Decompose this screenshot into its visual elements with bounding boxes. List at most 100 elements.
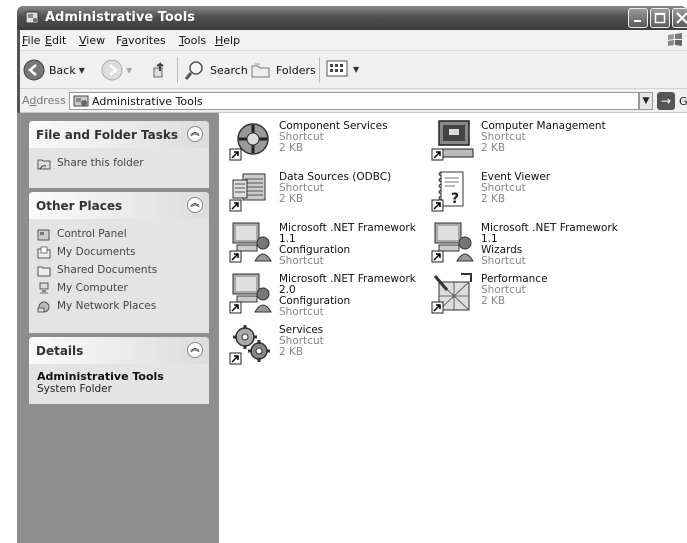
collapse-chevron-icon[interactable]: ︽ — [187, 197, 203, 213]
toolbar-separator — [319, 57, 320, 83]
windows-logo-icon — [668, 33, 682, 46]
address-dropdown-button[interactable]: ▼ — [639, 92, 653, 110]
my-computer-icon — [39, 282, 49, 294]
performance-icon — [431, 273, 472, 314]
task-share-folder[interactable]: Share this folder — [37, 154, 201, 172]
menu-bar: File Edit View Favorites Tools Help — [17, 30, 687, 51]
back-button[interactable]: Back ▼ — [23, 59, 85, 81]
maximize-icon — [654, 12, 666, 24]
toolbar-separator — [177, 57, 178, 83]
file-size: 2 KB — [481, 142, 506, 154]
minimize-icon — [634, 20, 641, 22]
file-label: Microsoft .NET Framework 2.0 Configurati… — [279, 274, 425, 318]
menu-edit-key: E — [45, 34, 52, 47]
file-computer-management[interactable]: Computer Management Shortcut 2 KB — [427, 117, 627, 163]
file-name: Microsoft .NET Framework 2.0 — [279, 273, 416, 296]
place-my-documents[interactable]: My Documents — [37, 243, 201, 261]
panel-title: Details — [36, 344, 84, 358]
folders-label: Folders — [276, 63, 316, 77]
file-data-sources[interactable]: Data Sources (ODBC) Shortcut 2 KB — [225, 168, 425, 214]
place-label: My Documents — [57, 246, 136, 258]
computer-management-icon — [431, 120, 474, 161]
administrative-tools-icon — [73, 95, 89, 107]
address-label-rest: dress — [36, 94, 66, 107]
data-sources-icon — [229, 173, 266, 212]
minimize-button[interactable] — [628, 8, 648, 28]
folders-icon — [251, 63, 270, 78]
file-performance[interactable]: Performance Shortcut 2 KB — [427, 270, 627, 316]
file-label: Component Services Shortcut 2 KB — [279, 121, 388, 154]
place-control-panel[interactable]: Control Panel — [37, 225, 201, 243]
address-value: Administrative Tools — [92, 95, 203, 108]
maximize-button[interactable] — [650, 8, 670, 28]
file-folder-tasks-panel: File and Folder Tasks ︽ Share this folde… — [29, 121, 209, 188]
up-folder-button[interactable] — [150, 59, 172, 81]
search-button[interactable]: Search — [184, 59, 248, 81]
place-my-computer[interactable]: My Computer — [37, 279, 201, 297]
title-bar[interactable]: Administrative Tools — [17, 6, 687, 30]
details-name: Administrative Tools — [37, 370, 164, 383]
menu-view-label: iew — [86, 34, 106, 47]
forward-button[interactable]: ▼ — [101, 59, 132, 81]
other-places-header[interactable]: Other Places ︽ — [29, 192, 209, 219]
go-button[interactable]: → Go — [657, 92, 687, 110]
details-type: System Folder — [37, 383, 112, 395]
dotnet-wizards-icon — [431, 222, 474, 263]
file-services[interactable]: Services Shortcut 2 KB — [225, 321, 425, 367]
menu-view[interactable]: View — [79, 34, 105, 47]
menu-favorites[interactable]: Favorites — [116, 34, 166, 47]
file-name: Microsoft .NET Framework 1.1 — [481, 222, 618, 245]
views-button[interactable]: ▼ — [326, 59, 359, 79]
folders-button[interactable]: Folders — [250, 59, 316, 81]
file-label: Data Sources (ODBC) Shortcut 2 KB — [279, 172, 391, 205]
place-label: My Network Places — [57, 300, 157, 312]
collapse-chevron-icon[interactable]: ︽ — [187, 342, 203, 358]
menu-edit[interactable]: Edit — [45, 34, 66, 47]
my-documents-icon — [37, 246, 51, 258]
back-arrow-icon — [23, 59, 45, 81]
file-dotnet-20-configuration[interactable]: Microsoft .NET Framework 2.0 Configurati… — [225, 270, 425, 318]
file-size: 2 KB — [481, 295, 506, 307]
forward-dropdown-icon[interactable]: ▼ — [126, 66, 132, 75]
menu-tools[interactable]: Tools — [179, 34, 206, 47]
file-component-services[interactable]: Component Services Shortcut 2 KB — [225, 117, 425, 163]
services-icon — [229, 325, 270, 365]
share-folder-icon — [37, 159, 51, 169]
close-button[interactable] — [672, 8, 687, 28]
views-dropdown-icon[interactable]: ▼ — [353, 65, 359, 74]
panel-title: Other Places — [36, 199, 123, 213]
place-shared-documents[interactable]: Shared Documents — [37, 261, 201, 279]
go-label: Go — [679, 94, 687, 108]
menu-help[interactable]: Help — [215, 34, 240, 47]
close-icon — [676, 12, 687, 24]
file-label: Performance Shortcut 2 KB — [481, 274, 548, 307]
file-label: Microsoft .NET Framework 1.1 Configurati… — [279, 223, 425, 267]
address-field[interactable]: Administrative Tools — [69, 92, 639, 110]
file-event-viewer[interactable]: ? Event Viewer Shortcut 2 KB — [427, 168, 627, 214]
place-my-network-places[interactable]: My Network Places — [37, 297, 201, 315]
control-panel-icon — [37, 229, 50, 240]
file-view: Component Services Shortcut 2 KB Compute… — [219, 113, 687, 543]
toolbar: Back ▼ ▼ Search Folders ▼ — [17, 51, 687, 89]
event-viewer-icon: ? — [431, 171, 464, 212]
menu-help-label: elp — [223, 34, 241, 47]
file-dotnet-11-configuration[interactable]: Microsoft .NET Framework 1.1 Configurati… — [225, 219, 425, 267]
file-type: Shortcut — [279, 255, 324, 267]
collapse-chevron-icon[interactable]: ︽ — [187, 126, 203, 142]
file-type: Shortcut — [279, 306, 324, 318]
file-size: 2 KB — [279, 193, 304, 205]
back-dropdown-icon[interactable]: ▼ — [79, 66, 85, 75]
details-header[interactable]: Details ︽ — [29, 337, 209, 364]
file-dotnet-11-wizards[interactable]: Microsoft .NET Framework 1.1 Wizards Sho… — [427, 219, 627, 267]
place-label: Control Panel — [57, 228, 127, 240]
file-name: Microsoft .NET Framework 1.1 — [279, 222, 416, 245]
file-type: Shortcut — [481, 255, 526, 267]
menu-edit-label: dit — [51, 34, 67, 47]
task-pane: File and Folder Tasks ︽ Share this folde… — [17, 113, 219, 543]
menu-file[interactable]: File — [22, 34, 40, 47]
file-label: Computer Management Shortcut 2 KB — [481, 121, 606, 154]
go-arrow-icon: → — [657, 92, 675, 110]
file-folder-tasks-header[interactable]: File and Folder Tasks ︽ — [29, 121, 209, 148]
network-places-icon — [37, 301, 50, 312]
component-services-icon — [229, 123, 269, 161]
